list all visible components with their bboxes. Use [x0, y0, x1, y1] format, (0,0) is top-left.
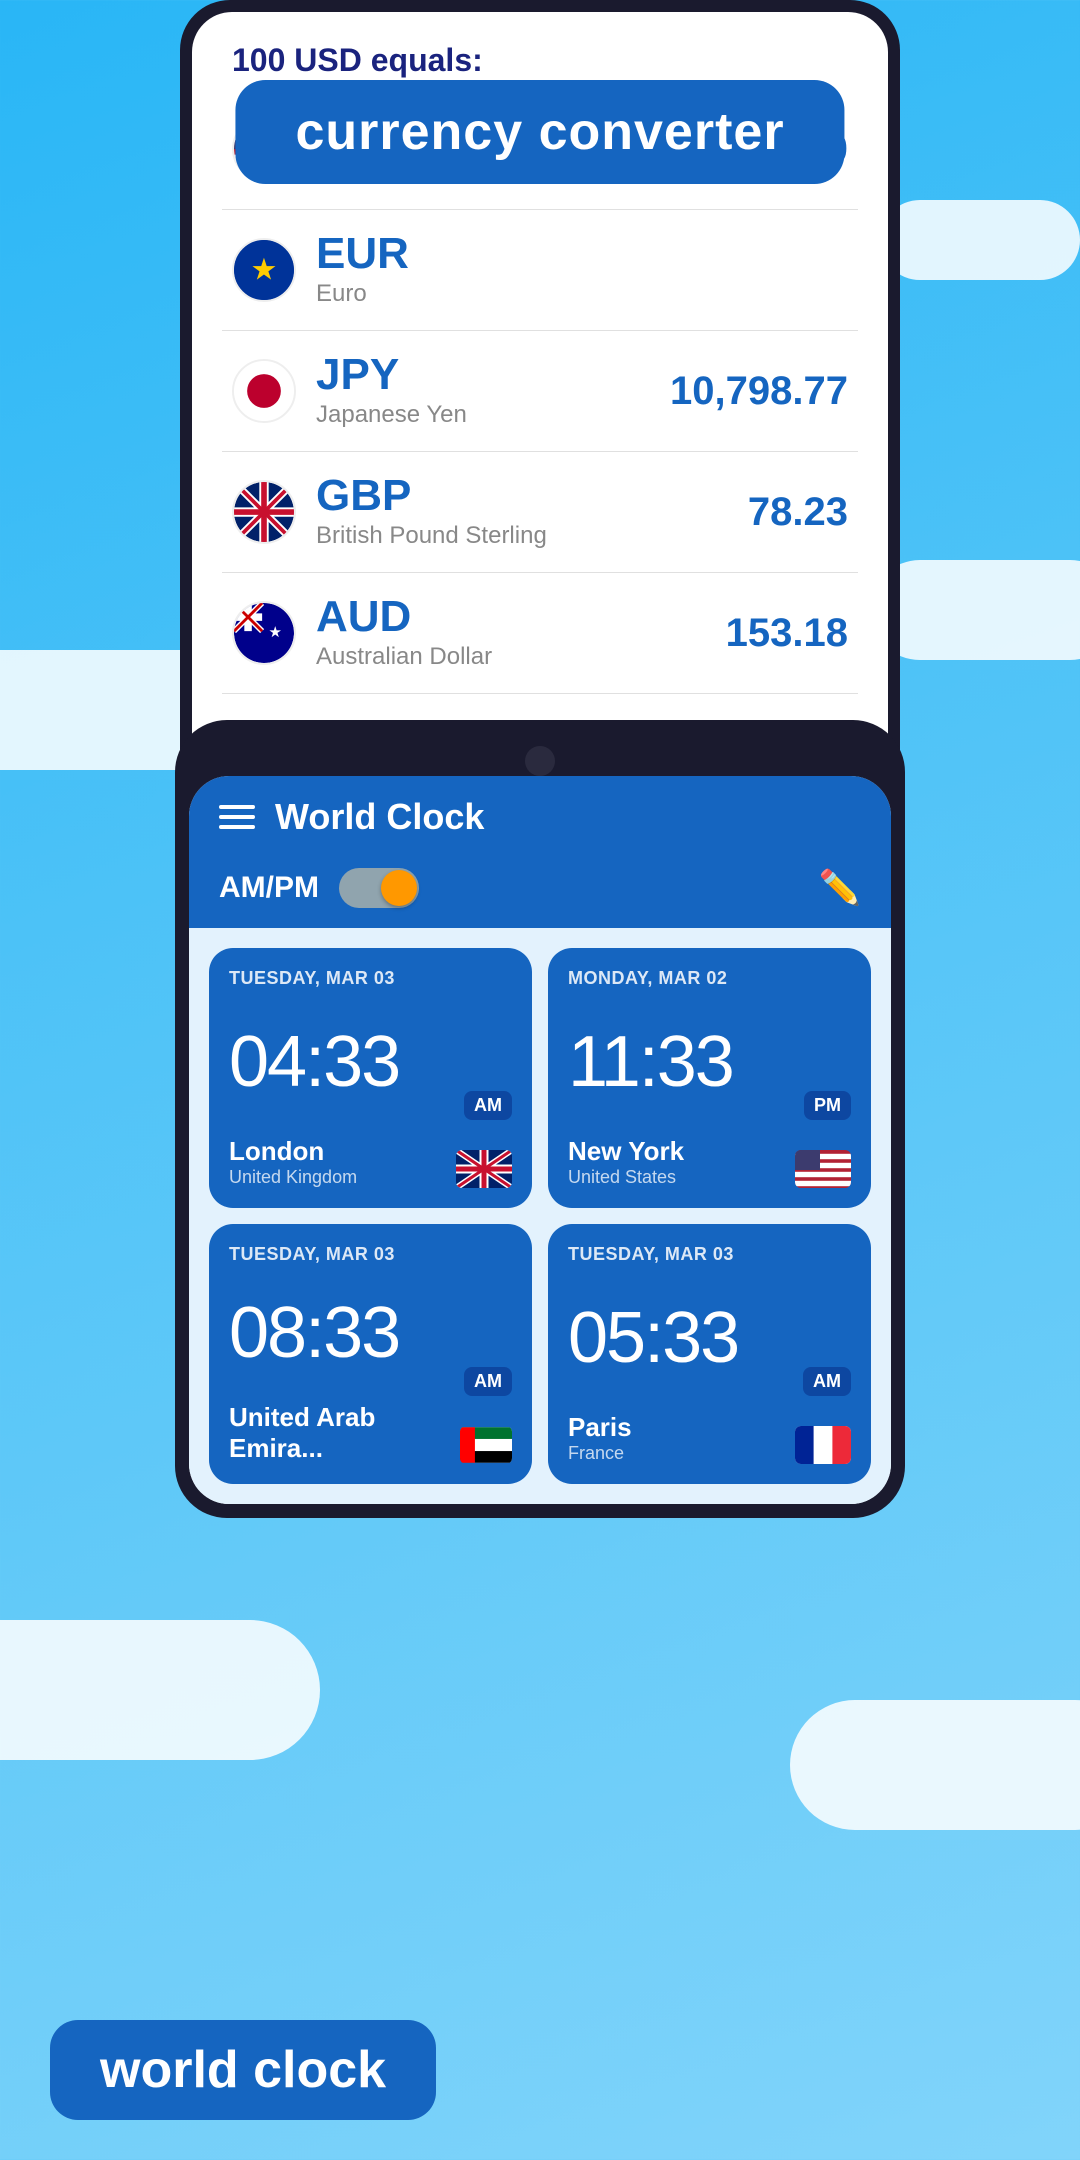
flag-aud: ★ — [232, 601, 296, 665]
world-clock-screen: World Clock AM/PM ✏️ TUESDAY, MAR 03 04:… — [189, 776, 891, 1504]
clock-city-info-uae: United Arab Emira... — [229, 1402, 460, 1464]
flag-badge-newyork — [795, 1150, 851, 1188]
clock-city-info-paris: Paris France — [568, 1412, 632, 1464]
hamburger-line-1 — [219, 805, 255, 809]
ampm-toggle[interactable] — [339, 868, 419, 908]
clock-date-london: TUESDAY, MAR 03 — [229, 968, 512, 989]
currency-info-aud: AUD Australian Dollar — [316, 595, 726, 671]
cloud-2 — [870, 560, 1080, 660]
currency-info-eur: EUR Euro — [316, 232, 848, 308]
toggle-track — [339, 868, 419, 908]
clock-country-paris: France — [568, 1443, 632, 1464]
clock-country-newyork: United States — [568, 1167, 684, 1188]
clock-card-paris[interactable]: TUESDAY, MAR 03 05:33 AM Paris France — [548, 1224, 871, 1484]
cloud-3 — [0, 1620, 320, 1760]
world-clock-subheader: AM/PM ✏️ — [189, 858, 891, 928]
clock-date-uae: TUESDAY, MAR 03 — [229, 1244, 512, 1265]
ampm-label: AM/PM — [219, 871, 319, 905]
currency-converter-banner: currency converter — [235, 80, 844, 184]
clock-city-uae: United Arab Emira... — [229, 1402, 460, 1464]
notch-camera — [525, 746, 555, 776]
clock-footer-london: London United Kingdom — [229, 1136, 512, 1188]
currency-row-eur[interactable]: ★ EUR Euro — [222, 210, 858, 331]
clock-footer-uae: United Arab Emira... — [229, 1402, 512, 1464]
clock-date-paris: TUESDAY, MAR 03 — [568, 1244, 851, 1265]
clock-city-info-newyork: New York United States — [568, 1136, 684, 1188]
currency-row-aud[interactable]: ★ AUD Australian Dollar 153.18 — [222, 573, 858, 694]
hamburger-line-3 — [219, 825, 255, 829]
currency-name-jpy: Japanese Yen — [316, 401, 670, 429]
clock-city-paris: Paris — [568, 1412, 632, 1443]
currency-code-aud: AUD — [316, 595, 726, 639]
hamburger-menu-icon[interactable] — [219, 805, 255, 829]
world-clock-title: World Clock — [275, 796, 861, 838]
clock-country-london: United Kingdom — [229, 1167, 357, 1188]
cloud-4 — [790, 1700, 1080, 1830]
world-clock-label: world clock — [100, 2041, 386, 2099]
currency-info-gbp: GBP British Pound Sterling — [316, 474, 748, 550]
currency-value-gbp: 78.23 — [748, 490, 848, 535]
flag-jpy — [232, 359, 296, 423]
clock-footer-paris: Paris France — [568, 1412, 851, 1464]
edit-icon[interactable]: ✏️ — [819, 868, 861, 908]
currency-header: 100 USD equals: — [192, 12, 888, 89]
clock-card-london[interactable]: TUESDAY, MAR 03 04:33 AM London United K… — [209, 948, 532, 1208]
currency-info-jpy: JPY Japanese Yen — [316, 353, 670, 429]
clock-city-info-london: London United Kingdom — [229, 1136, 357, 1188]
flag-gbp — [232, 480, 296, 544]
currency-list: USD US Dollar 100 ★ EUR Euro — [192, 89, 888, 815]
ampm-badge-london: AM — [464, 1091, 512, 1120]
svg-text:★: ★ — [269, 624, 282, 641]
world-clock-phone: World Clock AM/PM ✏️ TUESDAY, MAR 03 04:… — [175, 720, 905, 1518]
clock-card-newyork[interactable]: MONDAY, MAR 02 11:33 PM New York United … — [548, 948, 871, 1208]
ampm-badge-newyork: PM — [804, 1091, 851, 1120]
clock-footer-newyork: New York United States — [568, 1136, 851, 1188]
currency-name-aud: Australian Dollar — [316, 643, 726, 671]
flag-badge-uae — [460, 1426, 512, 1464]
clock-date-newyork: MONDAY, MAR 02 — [568, 968, 851, 989]
flag-eur: ★ — [232, 238, 296, 302]
clock-city-london: London — [229, 1136, 357, 1167]
currency-code-jpy: JPY — [316, 353, 670, 397]
toggle-thumb — [381, 870, 417, 906]
flag-badge-london — [456, 1150, 512, 1188]
svg-text:★: ★ — [251, 253, 278, 286]
currency-value-aud: 153.18 — [726, 611, 848, 656]
phone-notch — [189, 734, 891, 776]
currency-converter-label: currency converter — [295, 103, 784, 161]
hamburger-line-2 — [219, 815, 255, 819]
currency-name-eur: Euro — [316, 280, 848, 308]
currency-code-gbp: GBP — [316, 474, 748, 518]
currency-code-eur: EUR — [316, 232, 848, 276]
clock-card-uae[interactable]: TUESDAY, MAR 03 08:33 AM United Arab Emi… — [209, 1224, 532, 1484]
flag-badge-paris — [795, 1426, 851, 1464]
world-clock-header: World Clock — [189, 776, 891, 858]
ampm-badge-paris: AM — [803, 1367, 851, 1396]
currency-name-gbp: British Pound Sterling — [316, 522, 748, 550]
clock-grid: TUESDAY, MAR 03 04:33 AM London United K… — [189, 928, 891, 1504]
cloud-5 — [880, 200, 1080, 280]
currency-value-jpy: 10,798.77 — [670, 369, 848, 414]
currency-row-gbp[interactable]: GBP British Pound Sterling 78.23 — [222, 452, 858, 573]
world-clock-banner: world clock — [50, 2020, 436, 2120]
clock-city-newyork: New York — [568, 1136, 684, 1167]
currency-row-jpy[interactable]: JPY Japanese Yen 10,798.77 — [222, 331, 858, 452]
ampm-badge-uae: AM — [464, 1367, 512, 1396]
